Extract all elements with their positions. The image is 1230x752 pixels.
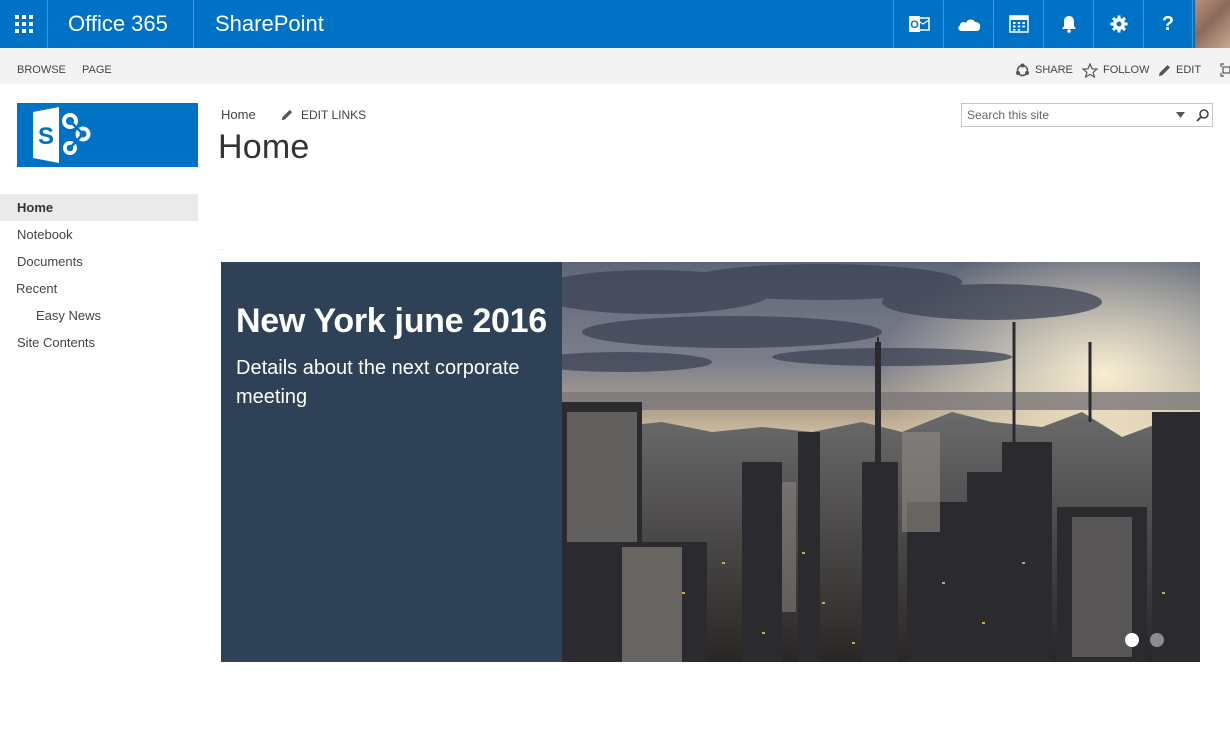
nav-item-home[interactable]: Home — [0, 194, 198, 221]
outlook-button[interactable]: O — [893, 0, 943, 48]
divider — [221, 249, 223, 250]
pencil-icon — [281, 109, 293, 121]
breadcrumb-home[interactable]: Home — [221, 107, 256, 122]
focus-icon — [1220, 63, 1230, 77]
sharepoint-logo-icon: S — [33, 107, 91, 163]
hero-carousel: New York june 2016 Details about the nex… — [221, 262, 1200, 662]
edit-links-label: EDIT LINKS — [301, 108, 367, 122]
ribbon-bar: BROWSE PAGE SHARE FOLLOW EDIT — [0, 48, 1230, 84]
share-icon — [1016, 63, 1029, 76]
site-logo[interactable]: S — [17, 103, 198, 167]
page-title: Home — [218, 128, 310, 166]
calendar-icon — [1008, 15, 1029, 33]
help-button[interactable]: ? — [1143, 0, 1193, 48]
nav-item-recent[interactable]: Recent — [0, 275, 198, 302]
search-box — [961, 103, 1213, 127]
calendar-button[interactable] — [993, 0, 1043, 48]
carousel-dot-2[interactable] — [1150, 633, 1164, 647]
suite-icons: O ? — [893, 0, 1193, 48]
follow-button[interactable]: FOLLOW — [1082, 48, 1149, 84]
share-button[interactable]: SHARE — [1015, 48, 1073, 84]
search-input[interactable] — [962, 104, 1168, 126]
star-icon — [1082, 62, 1098, 78]
follow-label: FOLLOW — [1103, 64, 1150, 76]
hero-text-panel[interactable]: New York june 2016 Details about the nex… — [221, 262, 562, 662]
nav-item-notebook[interactable]: Notebook — [0, 221, 198, 248]
carousel-dot-1[interactable] — [1125, 633, 1139, 647]
avatar[interactable] — [1195, 0, 1230, 48]
hero-title: New York june 2016 — [236, 302, 547, 340]
waffle-icon — [14, 15, 33, 33]
outlook-icon: O — [908, 16, 930, 32]
help-icon: ? — [1161, 12, 1175, 35]
search-scope-dropdown[interactable] — [1172, 104, 1188, 126]
quick-launch: Home Notebook Documents Recent Easy News… — [0, 194, 198, 356]
focus-button[interactable] — [1220, 48, 1230, 84]
edit-button[interactable]: EDIT — [1158, 48, 1201, 84]
site-logo-letter: S — [38, 123, 54, 150]
office365-brand[interactable]: Office 365 — [48, 0, 194, 48]
hero-image-new-york-skyline[interactable] — [562, 262, 1200, 662]
share-label: SHARE — [1035, 64, 1073, 76]
tab-browse[interactable]: BROWSE — [17, 48, 66, 84]
suite-bar: Office 365 SharePoint O ? — [0, 0, 1230, 48]
onedrive-icon — [957, 19, 980, 31]
edit-links-button[interactable]: EDIT LINKS — [281, 108, 366, 122]
nav-item-documents[interactable]: Documents — [0, 248, 198, 275]
chevron-down-icon — [1175, 112, 1185, 118]
pencil-icon — [1159, 64, 1170, 76]
search-button[interactable] — [1192, 104, 1212, 126]
gear-icon — [1110, 15, 1127, 33]
outlook-letter: O — [910, 19, 919, 31]
hero-subtitle: Details about the next corporate meeting — [236, 357, 520, 408]
app-launcher-button[interactable] — [0, 0, 48, 48]
onedrive-button[interactable] — [943, 0, 993, 48]
notifications-button[interactable] — [1043, 0, 1093, 48]
app-name[interactable]: SharePoint — [215, 0, 324, 48]
settings-button[interactable] — [1093, 0, 1143, 48]
nav-item-easy-news[interactable]: Easy News — [0, 302, 198, 329]
edit-label: EDIT — [1176, 64, 1202, 76]
tab-page[interactable]: PAGE — [82, 48, 112, 84]
search-icon — [1195, 108, 1209, 122]
nav-item-site-contents[interactable]: Site Contents — [0, 329, 198, 356]
bell-icon — [1061, 16, 1076, 33]
